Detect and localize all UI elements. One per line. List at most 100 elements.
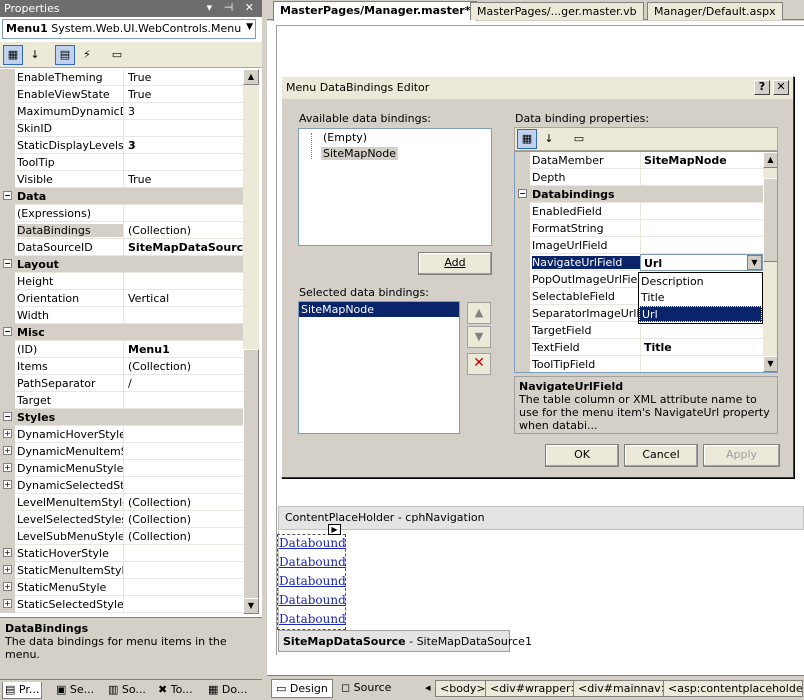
property-value[interactable] bbox=[123, 443, 243, 460]
expand-icon[interactable]: + bbox=[3, 446, 12, 455]
property-value[interactable]: SiteMapDataSource1 bbox=[123, 239, 243, 256]
property-value[interactable]: 3 bbox=[123, 137, 243, 154]
collapse-icon[interactable]: − bbox=[3, 259, 12, 268]
binding-grid-scrollbar[interactable]: ▲ ▼ bbox=[763, 152, 777, 372]
breadcrumb-contentplaceholder[interactable]: <asp:contentplaceholder#c... bbox=[663, 680, 803, 697]
dropdown-option-url[interactable]: Url bbox=[639, 306, 762, 322]
property-row[interactable]: + StaticSelectedStyle bbox=[0, 596, 243, 613]
delete-icon[interactable]: ✕ bbox=[467, 353, 491, 375]
scroll-thumb[interactable] bbox=[243, 349, 259, 599]
binding-property-value[interactable]: SiteMapNode bbox=[640, 152, 763, 169]
tree-item-sitemapnode[interactable]: SiteMapNode bbox=[321, 147, 399, 160]
expand-icon[interactable]: + bbox=[3, 480, 12, 489]
property-row[interactable]: (Expressions) bbox=[0, 205, 243, 222]
binding-property-value[interactable]: Title bbox=[640, 339, 763, 356]
breadcrumb-body[interactable]: <body> bbox=[435, 680, 491, 697]
expand-icon[interactable]: + bbox=[3, 429, 12, 438]
property-value[interactable]: 3 bbox=[123, 103, 243, 120]
categorized-icon[interactable]: ▦ bbox=[3, 45, 23, 65]
breadcrumb-mainnav[interactable]: <div#mainnav> bbox=[573, 680, 675, 697]
tab-properties[interactable]: ▤ Pr... bbox=[2, 682, 43, 699]
property-row[interactable]: DataBindings (Collection) bbox=[0, 222, 243, 239]
property-value[interactable] bbox=[123, 460, 243, 477]
close-icon[interactable]: ✕ bbox=[773, 80, 789, 95]
property-row[interactable]: Orientation Vertical bbox=[0, 290, 243, 307]
property-value[interactable] bbox=[123, 562, 243, 579]
scroll-up-icon[interactable]: ▲ bbox=[243, 69, 259, 85]
binding-property-row[interactable]: FormatString bbox=[515, 220, 763, 237]
binding-property-value[interactable] bbox=[640, 220, 763, 237]
apply-button[interactable]: Apply bbox=[703, 444, 780, 467]
property-row[interactable]: LevelSelectedStyles (Collection) bbox=[0, 511, 243, 528]
collapse-icon[interactable]: − bbox=[3, 191, 12, 200]
chevron-down-icon[interactable]: ▼ bbox=[246, 22, 253, 32]
expand-icon[interactable]: + bbox=[3, 463, 12, 472]
chevron-down-icon[interactable]: ▼ bbox=[747, 255, 762, 270]
expand-icon[interactable]: + bbox=[3, 548, 12, 557]
expand-icon[interactable]: + bbox=[3, 565, 12, 574]
property-value[interactable] bbox=[123, 545, 243, 562]
property-row[interactable]: PathSeparator / bbox=[0, 375, 243, 392]
add-button[interactable]: Add bbox=[418, 252, 492, 275]
binding-property-value[interactable] bbox=[640, 356, 763, 372]
move-down-icon[interactable]: ▼ bbox=[467, 326, 491, 348]
property-value[interactable]: True bbox=[123, 86, 243, 103]
property-row[interactable]: EnableTheming True bbox=[0, 69, 243, 86]
collapse-icon[interactable]: − bbox=[3, 327, 12, 336]
property-category[interactable]: − Misc bbox=[0, 324, 243, 341]
property-row[interactable]: Visible True bbox=[0, 171, 243, 188]
property-row[interactable]: Items (Collection) bbox=[0, 358, 243, 375]
menu-control[interactable]: Databound Databound Databound Databound … bbox=[277, 534, 346, 630]
content-placeholder-header[interactable]: ContentPlaceHolder - cphNavigation bbox=[278, 506, 804, 530]
property-value[interactable]: (Collection) bbox=[123, 358, 243, 375]
tab-manager-master[interactable]: MasterPages/Manager.master* bbox=[273, 1, 478, 21]
menu-link[interactable]: Databound bbox=[279, 555, 346, 569]
cancel-button[interactable]: Cancel bbox=[624, 444, 698, 467]
selected-bindings-list[interactable]: SiteMapNode bbox=[298, 301, 460, 434]
menu-link[interactable]: Databound bbox=[279, 593, 346, 607]
sitemap-datasource-control[interactable]: SiteMapDataSource - SiteMapDataSource1 bbox=[278, 630, 532, 652]
property-value[interactable] bbox=[123, 477, 243, 494]
property-value[interactable] bbox=[123, 392, 243, 409]
property-pages-icon[interactable]: ▭ bbox=[569, 129, 589, 149]
property-row[interactable]: MaximumDynamicDisp3 bbox=[0, 103, 243, 120]
property-row[interactable]: Height bbox=[0, 273, 243, 290]
property-row[interactable]: (ID) Menu1 bbox=[0, 341, 243, 358]
collapse-icon[interactable]: − bbox=[518, 189, 527, 198]
move-up-icon[interactable]: ▲ bbox=[467, 302, 491, 324]
scroll-down-icon[interactable]: ▼ bbox=[243, 598, 259, 614]
property-value[interactable] bbox=[123, 273, 243, 290]
binding-property-category[interactable]: − Databindings bbox=[515, 186, 763, 203]
binding-property-row[interactable]: TextField Title bbox=[515, 339, 763, 356]
tab-manager-master-vb[interactable]: MasterPages/...ger.master.vb bbox=[470, 2, 644, 20]
properties-icon[interactable]: ▤ bbox=[55, 45, 75, 65]
property-row[interactable]: + DynamicMenuStyle bbox=[0, 460, 243, 477]
property-row[interactable]: EnableViewState True bbox=[0, 86, 243, 103]
property-row[interactable]: + DynamicSelectedStyle bbox=[0, 477, 243, 494]
property-row[interactable]: SkinID bbox=[0, 120, 243, 137]
property-row[interactable]: + StaticHoverStyle bbox=[0, 545, 243, 562]
tab-manager-default-aspx[interactable]: Manager/Default.aspx bbox=[647, 2, 783, 20]
property-category[interactable]: − Data bbox=[0, 188, 243, 205]
tab-toolbox[interactable]: ✖ To... bbox=[156, 682, 195, 699]
object-selector[interactable]: Menu1 System.Web.UI.WebControls.Menu ▼ bbox=[2, 19, 256, 39]
help-button[interactable]: ? bbox=[754, 80, 770, 95]
property-value[interactable]: (Collection) bbox=[123, 222, 243, 239]
tab-solution-explorer[interactable]: ▥ So... bbox=[106, 682, 148, 699]
categorized-icon[interactable]: ▦ bbox=[517, 129, 537, 149]
property-row[interactable]: ToolTip bbox=[0, 154, 243, 171]
binding-property-row[interactable]: TargetField bbox=[515, 322, 763, 339]
property-row[interactable]: DataSourceID SiteMapDataSource1 bbox=[0, 239, 243, 256]
property-value[interactable] bbox=[123, 307, 243, 324]
source-view-button[interactable]: ◻ Source bbox=[337, 679, 395, 698]
property-row[interactable]: + StaticMenuItemStyle bbox=[0, 562, 243, 579]
scroll-down-icon[interactable]: ▼ bbox=[763, 356, 777, 372]
property-category[interactable]: − Layout bbox=[0, 256, 243, 273]
property-row[interactable]: + StaticMenuStyle bbox=[0, 579, 243, 596]
property-value[interactable] bbox=[123, 154, 243, 171]
property-row[interactable]: + DynamicHoverStyle bbox=[0, 426, 243, 443]
binding-property-row[interactable]: EnabledField bbox=[515, 203, 763, 220]
expand-icon[interactable]: + bbox=[3, 599, 12, 608]
property-value[interactable]: Vertical bbox=[123, 290, 243, 307]
property-value[interactable] bbox=[123, 426, 243, 443]
